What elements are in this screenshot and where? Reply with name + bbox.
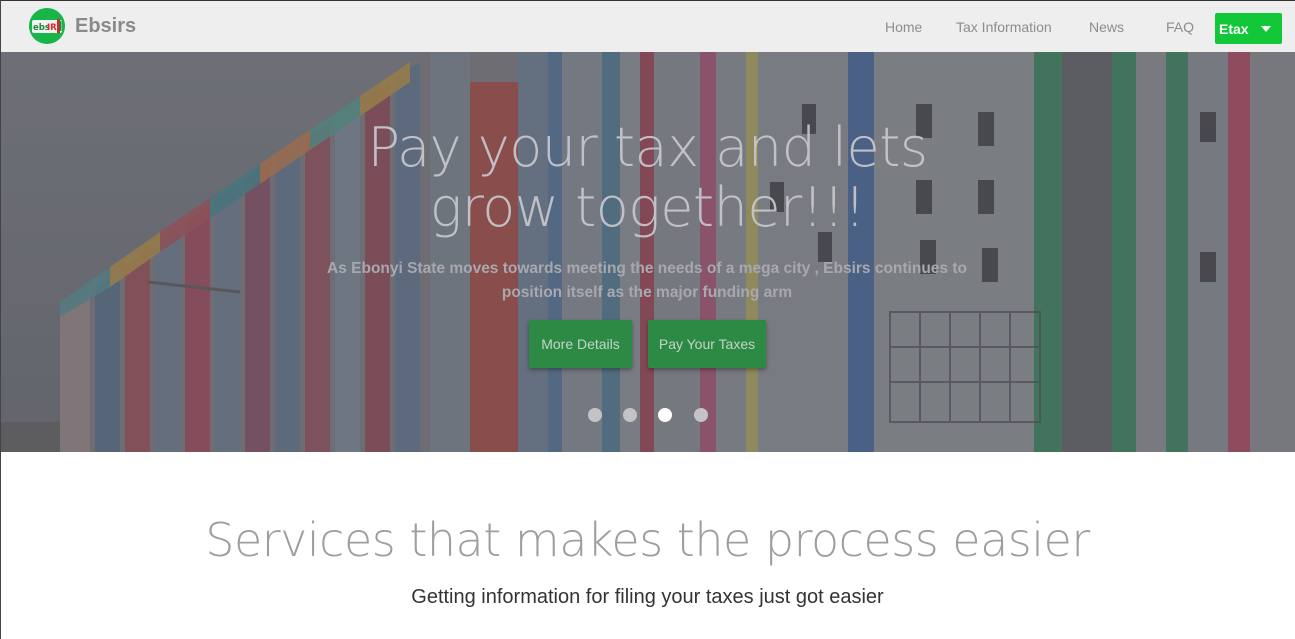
nav-link-faq[interactable]: FAQ xyxy=(1166,19,1194,35)
nav-link-tax-information[interactable]: Tax Information xyxy=(956,19,1052,35)
top-navbar: ebs IR Ebsirs Home Tax Information News … xyxy=(0,0,1295,52)
hero-subtitle: As Ebonyi State moves towards meeting th… xyxy=(327,260,967,301)
svg-text:IR: IR xyxy=(47,23,57,33)
caret-down-icon xyxy=(1261,26,1271,32)
etax-dropdown-button[interactable]: Etax xyxy=(1215,13,1282,44)
hero-title-line1: Pay your tax and lets xyxy=(367,116,928,179)
nav-link-news[interactable]: News xyxy=(1089,19,1124,35)
hero-title-line2: grow together!!! xyxy=(429,176,866,239)
more-details-button[interactable]: More Details xyxy=(529,320,632,368)
hero-carousel: Pay your tax and lets grow together!!! A… xyxy=(0,52,1295,452)
brand-name: Ebsirs xyxy=(75,14,137,37)
carousel-dot-3[interactable] xyxy=(658,408,672,422)
pay-your-taxes-button[interactable]: Pay Your Taxes xyxy=(648,320,766,368)
carousel-dot-1[interactable] xyxy=(588,408,602,422)
services-title: Services that makes the process easier xyxy=(205,513,1090,567)
carousel-indicators xyxy=(0,408,1295,424)
carousel-dot-2[interactable] xyxy=(623,408,637,422)
nav-link-home[interactable]: Home xyxy=(885,19,922,35)
hero-overlay xyxy=(0,52,1295,452)
hero-title: Pay your tax and lets grow together!!! xyxy=(0,118,1295,238)
brand-link[interactable]: ebs IR Ebsirs xyxy=(29,8,136,44)
carousel-dot-4[interactable] xyxy=(694,408,708,422)
page-border xyxy=(0,0,1,639)
services-subtitle: Getting information for filing your taxe… xyxy=(411,586,884,608)
ebsirs-logo-icon: ebs IR xyxy=(29,8,65,44)
etax-label: Etax xyxy=(1219,20,1249,37)
